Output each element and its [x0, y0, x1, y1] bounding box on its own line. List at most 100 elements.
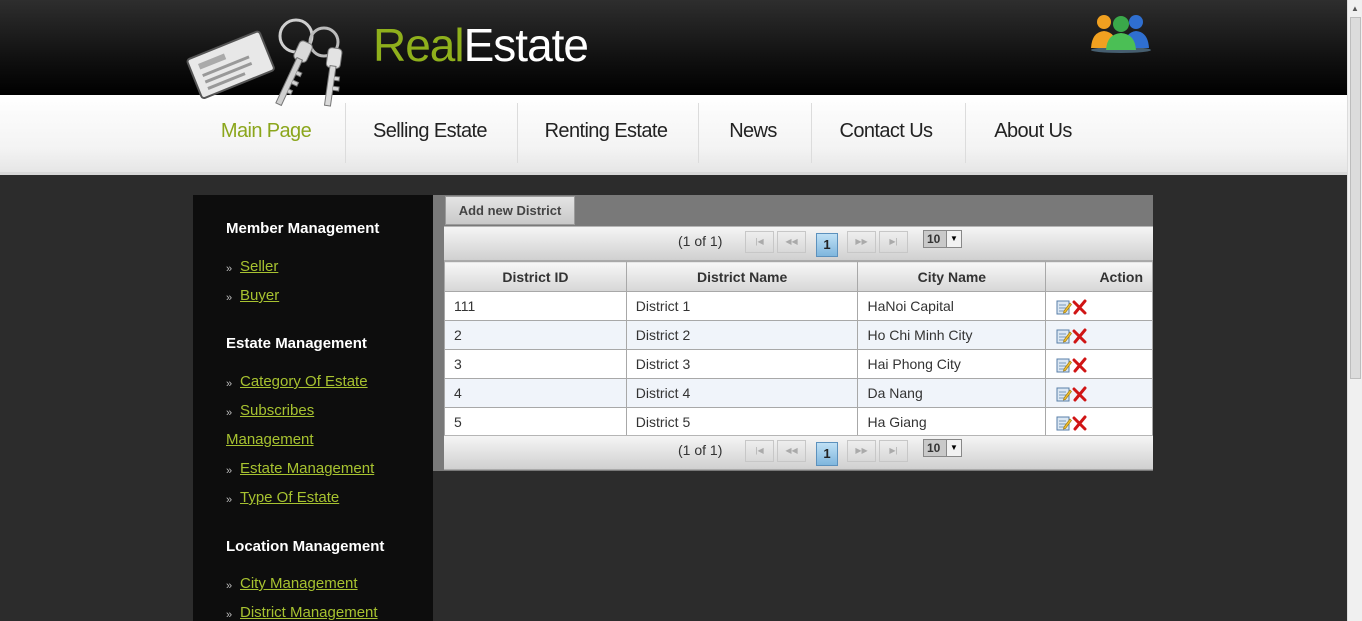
- pager-status: (1 of 1): [678, 442, 723, 458]
- admin-sidebar: Member Management » Seller » Buyer Estat…: [193, 195, 433, 621]
- pager-status: (1 of 1): [678, 233, 723, 249]
- cell-city-name: Da Nang: [857, 378, 1047, 408]
- sidebar-link-type-of-estate[interactable]: Type Of Estate: [240, 489, 339, 506]
- rows-per-page-value: 10: [927, 441, 941, 455]
- cell-district-id: 111: [444, 291, 627, 321]
- add-district-button[interactable]: Add new District: [445, 196, 575, 225]
- chevron-right-icon: »: [226, 292, 233, 304]
- prev-page-button[interactable]: ◀◀: [777, 231, 806, 253]
- first-page-button[interactable]: |◀: [745, 440, 774, 462]
- cell-city-name: HaNoi Capital: [857, 291, 1047, 321]
- sidebar-link-district-management[interactable]: District Management: [240, 604, 378, 621]
- cell-action: [1045, 349, 1153, 379]
- chevron-right-icon: »: [226, 580, 233, 592]
- edit-icon[interactable]: [1056, 386, 1073, 402]
- edit-icon[interactable]: [1056, 357, 1073, 373]
- edit-icon[interactable]: [1056, 299, 1073, 315]
- prev-page-button[interactable]: ◀◀: [777, 440, 806, 462]
- next-page-button[interactable]: ▶▶: [847, 231, 876, 253]
- chevron-right-icon: »: [226, 465, 233, 477]
- nav-selling-estate[interactable]: Selling Estate: [360, 95, 500, 167]
- chevron-right-icon: »: [226, 263, 233, 275]
- page-1-button[interactable]: 1: [816, 442, 838, 466]
- brand-word-estate: Estate: [463, 19, 589, 71]
- nav-news[interactable]: News: [716, 95, 790, 167]
- nav-renting-estate[interactable]: Renting Estate: [533, 95, 679, 167]
- rows-per-page-select[interactable]: 10 ▼: [923, 230, 962, 248]
- delete-icon[interactable]: [1072, 357, 1088, 373]
- cell-district-id: 5: [444, 407, 627, 437]
- nav-divider: [811, 103, 812, 163]
- table-row[interactable]: 2 District 2 Ho Chi Minh City: [444, 320, 1153, 350]
- cell-action: [1045, 407, 1153, 437]
- sidebar-link-buyer[interactable]: Buyer: [240, 287, 279, 304]
- pager-bottom: (1 of 1) |◀ ◀◀ 1 ▶▶ ▶| 10 ▼: [444, 435, 1153, 470]
- table-row[interactable]: 4 District 4 Da Nang: [444, 378, 1153, 408]
- pager-top: (1 of 1) |◀ ◀◀ 1 ▶▶ ▶| 10 ▼: [444, 226, 1153, 261]
- first-page-button[interactable]: |◀: [745, 231, 774, 253]
- sidebar-heading-location: Location Management: [226, 538, 385, 555]
- last-page-button[interactable]: ▶|: [879, 231, 908, 253]
- sidebar-heading-member: Member Management: [226, 220, 380, 237]
- nav-divider: [965, 103, 966, 163]
- dropdown-arrow-icon[interactable]: ▼: [946, 231, 961, 247]
- cell-district-id: 2: [444, 320, 627, 350]
- nav-contact-us[interactable]: Contact Us: [826, 95, 946, 167]
- cell-action: [1045, 378, 1153, 408]
- site-logo-text[interactable]: RealEstate: [373, 18, 589, 72]
- sidebar-link-city-management[interactable]: City Management: [240, 575, 358, 592]
- chevron-right-icon: »: [226, 494, 233, 506]
- cell-district-name: District 1: [625, 291, 859, 321]
- edit-icon[interactable]: [1056, 415, 1073, 431]
- keys-logo: [186, 18, 343, 107]
- scroll-up-arrow-icon[interactable]: ▲: [1351, 4, 1359, 13]
- sidebar-link-subscribes-management[interactable]: Management: [226, 431, 314, 448]
- delete-icon[interactable]: [1072, 299, 1088, 315]
- cell-district-name: District 3: [625, 349, 859, 379]
- cell-district-id: 3: [444, 349, 627, 379]
- cell-district-id: 4: [444, 378, 627, 408]
- chevron-right-icon: »: [226, 609, 233, 621]
- table-row[interactable]: 3 District 3 Hai Phong City: [444, 349, 1153, 379]
- delete-icon[interactable]: [1072, 328, 1088, 344]
- cell-district-name: District 2: [625, 320, 859, 350]
- column-header-district-name[interactable]: District Name: [625, 261, 859, 292]
- users-icon[interactable]: [1088, 10, 1154, 54]
- dropdown-arrow-icon[interactable]: ▼: [946, 440, 961, 456]
- cell-city-name: Ho Chi Minh City: [857, 320, 1047, 350]
- cell-action: [1045, 291, 1153, 321]
- cell-district-name: District 5: [625, 407, 859, 437]
- table-row[interactable]: 5 District 5 Ha Giang: [444, 407, 1153, 437]
- next-page-button[interactable]: ▶▶: [847, 440, 876, 462]
- delete-icon[interactable]: [1072, 386, 1088, 402]
- sidebar-link-subscribes[interactable]: Subscribes: [240, 402, 314, 419]
- rows-per-page-select[interactable]: 10 ▼: [923, 439, 962, 457]
- delete-icon[interactable]: [1072, 415, 1088, 431]
- table-header-row: District ID District Name City Name Acti…: [444, 261, 1153, 292]
- nav-divider: [698, 103, 699, 163]
- sidebar-heading-estate: Estate Management: [226, 335, 367, 352]
- table-row[interactable]: 111 District 1 HaNoi Capital: [444, 291, 1153, 321]
- last-page-button[interactable]: ▶|: [879, 440, 908, 462]
- rows-per-page-value: 10: [927, 232, 941, 246]
- sidebar-link-category-of-estate[interactable]: Category Of Estate: [240, 373, 368, 390]
- page-scrollbar[interactable]: ▲: [1347, 0, 1362, 621]
- nav-divider: [517, 103, 518, 163]
- chevron-right-icon: »: [226, 407, 233, 419]
- column-header-district-id[interactable]: District ID: [444, 261, 627, 292]
- cell-action: [1045, 320, 1153, 350]
- edit-icon[interactable]: [1056, 328, 1073, 344]
- sidebar-link-seller[interactable]: Seller: [240, 258, 278, 275]
- column-header-city-name[interactable]: City Name: [857, 261, 1047, 292]
- cell-district-name: District 4: [625, 378, 859, 408]
- brand-word-real: Real: [373, 19, 465, 71]
- page-1-button[interactable]: 1: [816, 233, 838, 257]
- cell-city-name: Hai Phong City: [857, 349, 1047, 379]
- sidebar-link-estate-management[interactable]: Estate Management: [240, 460, 374, 477]
- cell-city-name: Ha Giang: [857, 407, 1047, 437]
- nav-about-us[interactable]: About Us: [982, 95, 1084, 167]
- chevron-right-icon: »: [226, 378, 233, 390]
- column-header-action: Action: [1045, 261, 1153, 292]
- district-table: District ID District Name City Name Acti…: [444, 261, 1153, 437]
- scrollbar-thumb[interactable]: [1350, 17, 1361, 379]
